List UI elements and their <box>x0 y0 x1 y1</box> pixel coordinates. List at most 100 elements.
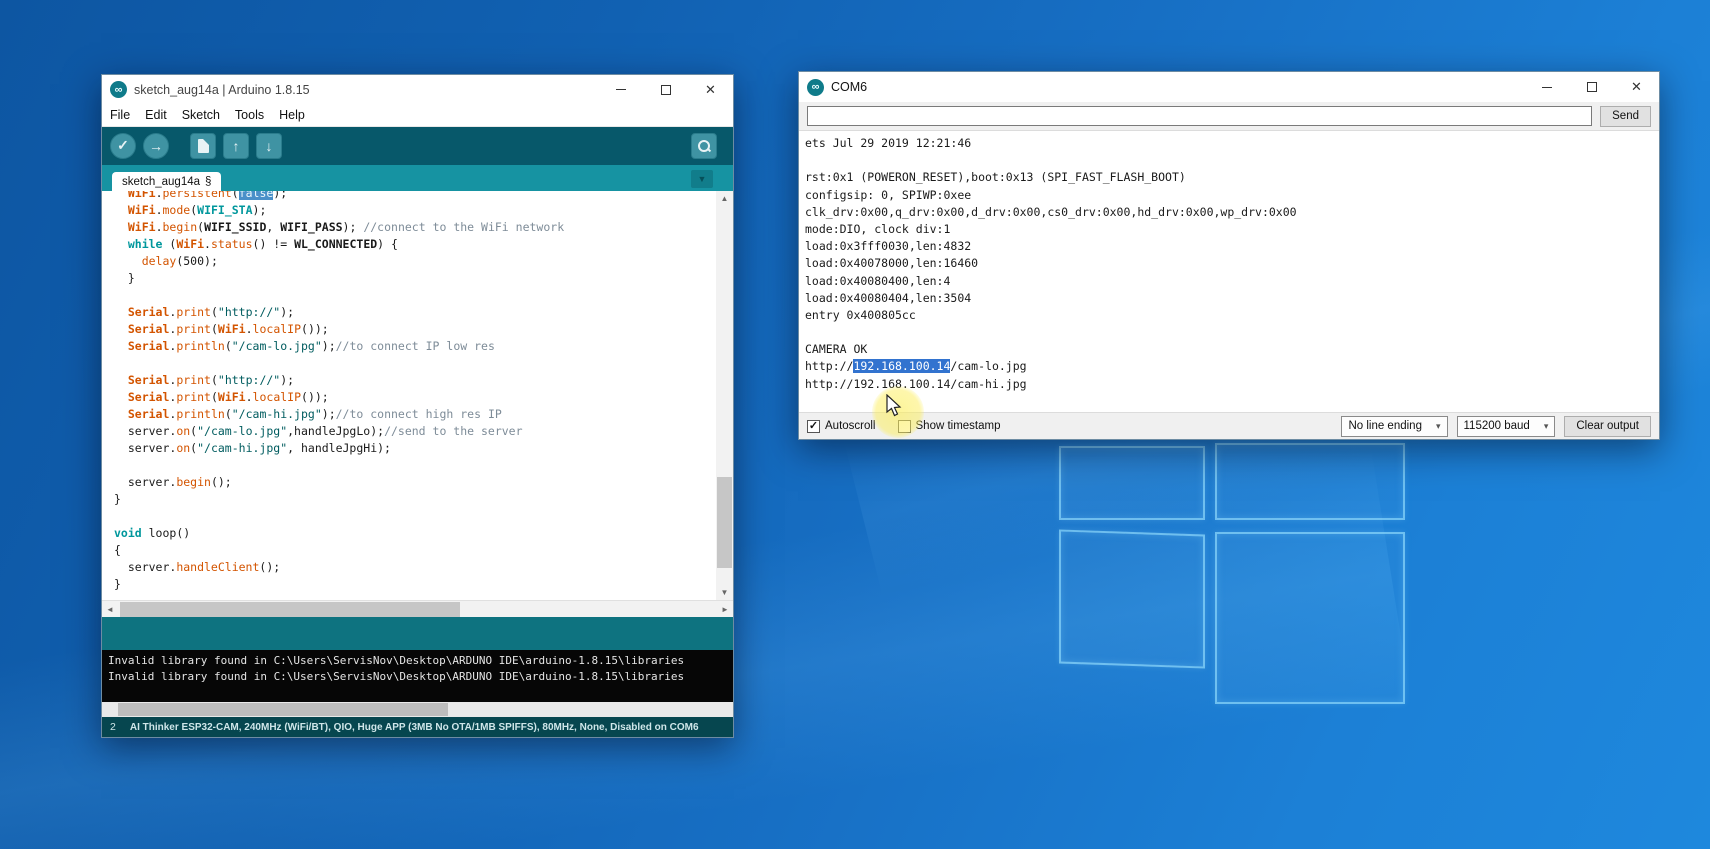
maximize-button[interactable] <box>1569 72 1614 102</box>
show-timestamp-label: Show timestamp <box>916 420 1001 432</box>
sketch-tab-modified-mark: § <box>205 176 211 188</box>
text-line: http://192.168.100.14/cam-hi.jpg <box>805 376 1659 393</box>
serial-window-title: COM6 <box>831 80 867 94</box>
text-line: WiFi.begin(WIFI_SSID, WIFI_PASS); //conn… <box>114 219 716 236</box>
menu-item[interactable]: File <box>110 108 130 122</box>
clear-output-button[interactable]: Clear output <box>1564 416 1651 437</box>
text-line: http://192.168.100.14/cam-lo.jpg <box>805 358 1659 375</box>
arduino-app-icon: ∞ <box>110 81 127 98</box>
code-area[interactable]: WiFi.persistent(false); WiFi.mode(WIFI_S… <box>102 191 716 601</box>
close-button[interactable]: ✕ <box>688 75 733 105</box>
text-line <box>114 457 716 474</box>
serial-input-row: Send <box>799 102 1659 130</box>
text-line <box>114 287 716 304</box>
horizontal-scrollbar-thumb[interactable] <box>120 602 460 617</box>
menu-item[interactable]: Sketch <box>182 108 220 122</box>
sketch-tab-label: sketch_aug14a <box>122 176 200 188</box>
text-line: Invalid library found in C:\Users\Servis… <box>108 669 733 685</box>
mouse-cursor <box>886 394 904 418</box>
autoscroll-checkbox[interactable]: ✓ <box>807 420 820 433</box>
text-line: server.on("/cam-hi.jpg", handleJpgHi); <box>114 440 716 457</box>
serial-monitor-button[interactable] <box>691 133 717 159</box>
text-line <box>805 324 1659 341</box>
status-board-info: AI Thinker ESP32-CAM, 240MHz (WiFi/BT), … <box>130 722 699 733</box>
new-sketch-button[interactable] <box>190 133 216 159</box>
console-scrollbar-thumb[interactable] <box>118 703 448 716</box>
ide-message-strip <box>102 617 733 650</box>
scroll-up-icon[interactable]: ▲ <box>716 191 733 207</box>
text-line: server.on("/cam-lo.jpg",handleJpgLo);//s… <box>114 423 716 440</box>
serial-output[interactable]: ets Jul 29 2019 12:21:46 rst:0x1 (POWERO… <box>799 130 1659 413</box>
tab-menu-button[interactable]: ▼ <box>691 170 713 188</box>
close-icon: ✕ <box>1631 79 1642 95</box>
open-button[interactable]: ↑ <box>223 133 249 159</box>
serial-input[interactable] <box>807 106 1592 126</box>
text-line: } <box>114 270 716 287</box>
ide-menubar: File Edit Sketch Tools Help <box>102 105 733 127</box>
maximize-button[interactable] <box>643 75 688 105</box>
minimize-button[interactable] <box>1524 72 1569 102</box>
code-editor[interactable]: WiFi.persistent(false); WiFi.mode(WIFI_S… <box>102 191 733 601</box>
close-icon: ✕ <box>705 82 716 98</box>
menu-item[interactable]: Edit <box>145 108 167 122</box>
status-line-number: 2 <box>110 721 116 733</box>
text-line: Serial.print(WiFi.localIP()); <box>114 321 716 338</box>
upload-button[interactable]: → <box>143 133 169 159</box>
text-line: CAMERA OK <box>805 341 1659 358</box>
vertical-scrollbar-thumb[interactable] <box>717 477 732 567</box>
text-line: { <box>114 542 716 559</box>
windows-logo-pane <box>1059 446 1205 520</box>
upload-icon: → <box>149 138 163 154</box>
chevron-down-icon: ▾ <box>1436 421 1441 432</box>
ide-titlebar[interactable]: ∞ sketch_aug14a | Arduino 1.8.15 ✕ <box>102 75 733 105</box>
desktop: ∞ sketch_aug14a | Arduino 1.8.15 ✕ File E… <box>0 0 1710 849</box>
line-ending-select[interactable]: No line ending ▾ <box>1341 416 1447 437</box>
text-line <box>114 508 716 525</box>
minimize-button[interactable] <box>598 75 643 105</box>
ide-tabbar: sketch_aug14a § ▼ <box>102 165 733 191</box>
chevron-down-icon: ▾ <box>1544 421 1549 432</box>
menu-item[interactable]: Help <box>279 108 305 122</box>
text-line: Serial.print(WiFi.localIP()); <box>114 389 716 406</box>
text-line: Serial.print("http://"); <box>114 304 716 321</box>
minimize-icon <box>616 89 626 90</box>
scroll-down-icon[interactable]: ▼ <box>716 584 733 600</box>
text-line: delay(500); <box>114 253 716 270</box>
windows-logo-pane <box>1215 443 1405 520</box>
close-button[interactable]: ✕ <box>1614 72 1659 102</box>
menu-item[interactable]: Tools <box>235 108 264 122</box>
text-line: Serial.println("/cam-lo.jpg");//to conne… <box>114 338 716 355</box>
serial-titlebar[interactable]: ∞ COM6 ✕ <box>799 72 1659 102</box>
sketch-tab[interactable]: sketch_aug14a § <box>112 172 221 191</box>
text-line: rst:0x1 (POWERON_RESET),boot:0x13 (SPI_F… <box>805 169 1659 186</box>
serial-bottom-bar: ✓ Autoscroll ✓ Show timestamp No line en… <box>799 413 1659 439</box>
maximize-icon <box>1587 82 1597 92</box>
editor-horizontal-scrollbar[interactable]: ◄ ► <box>102 600 733 617</box>
text-line: Serial.println("/cam-hi.jpg");//to conne… <box>114 406 716 423</box>
text-line: WiFi.persistent(false); <box>114 191 716 202</box>
ide-console: Invalid library found in C:\Users\Servis… <box>102 650 733 702</box>
save-button[interactable]: ↓ <box>256 133 282 159</box>
new-sketch-icon <box>198 139 209 153</box>
arduino-app-icon: ∞ <box>807 79 824 96</box>
console-scrollbar[interactable] <box>102 702 733 717</box>
autoscroll-checkbox-group[interactable]: ✓ Autoscroll <box>807 420 876 433</box>
verify-button[interactable]: ✓ <box>110 133 136 159</box>
scroll-right-icon[interactable]: ► <box>717 601 733 618</box>
text-line <box>805 152 1659 169</box>
text-line: server.begin(); <box>114 474 716 491</box>
text-line: Serial.print("http://"); <box>114 372 716 389</box>
editor-vertical-scrollbar[interactable]: ▲ ▼ <box>716 191 733 601</box>
baud-rate-select[interactable]: 115200 baud ▾ <box>1457 416 1556 437</box>
baud-rate-value: 115200 baud <box>1464 420 1530 432</box>
line-ending-value: No line ending <box>1348 420 1422 432</box>
windows-logo <box>1055 438 1407 706</box>
ide-toolbar: ✓ → ↑ ↓ <box>102 127 733 165</box>
text-line: load:0x40078000,len:16460 <box>805 255 1659 272</box>
scroll-left-icon[interactable]: ◄ <box>102 601 118 618</box>
send-button[interactable]: Send <box>1600 106 1651 127</box>
windows-logo-pane <box>1215 532 1405 704</box>
text-line: void loop() <box>114 525 716 542</box>
text-line: } <box>114 576 716 593</box>
verify-icon: ✓ <box>117 137 129 154</box>
